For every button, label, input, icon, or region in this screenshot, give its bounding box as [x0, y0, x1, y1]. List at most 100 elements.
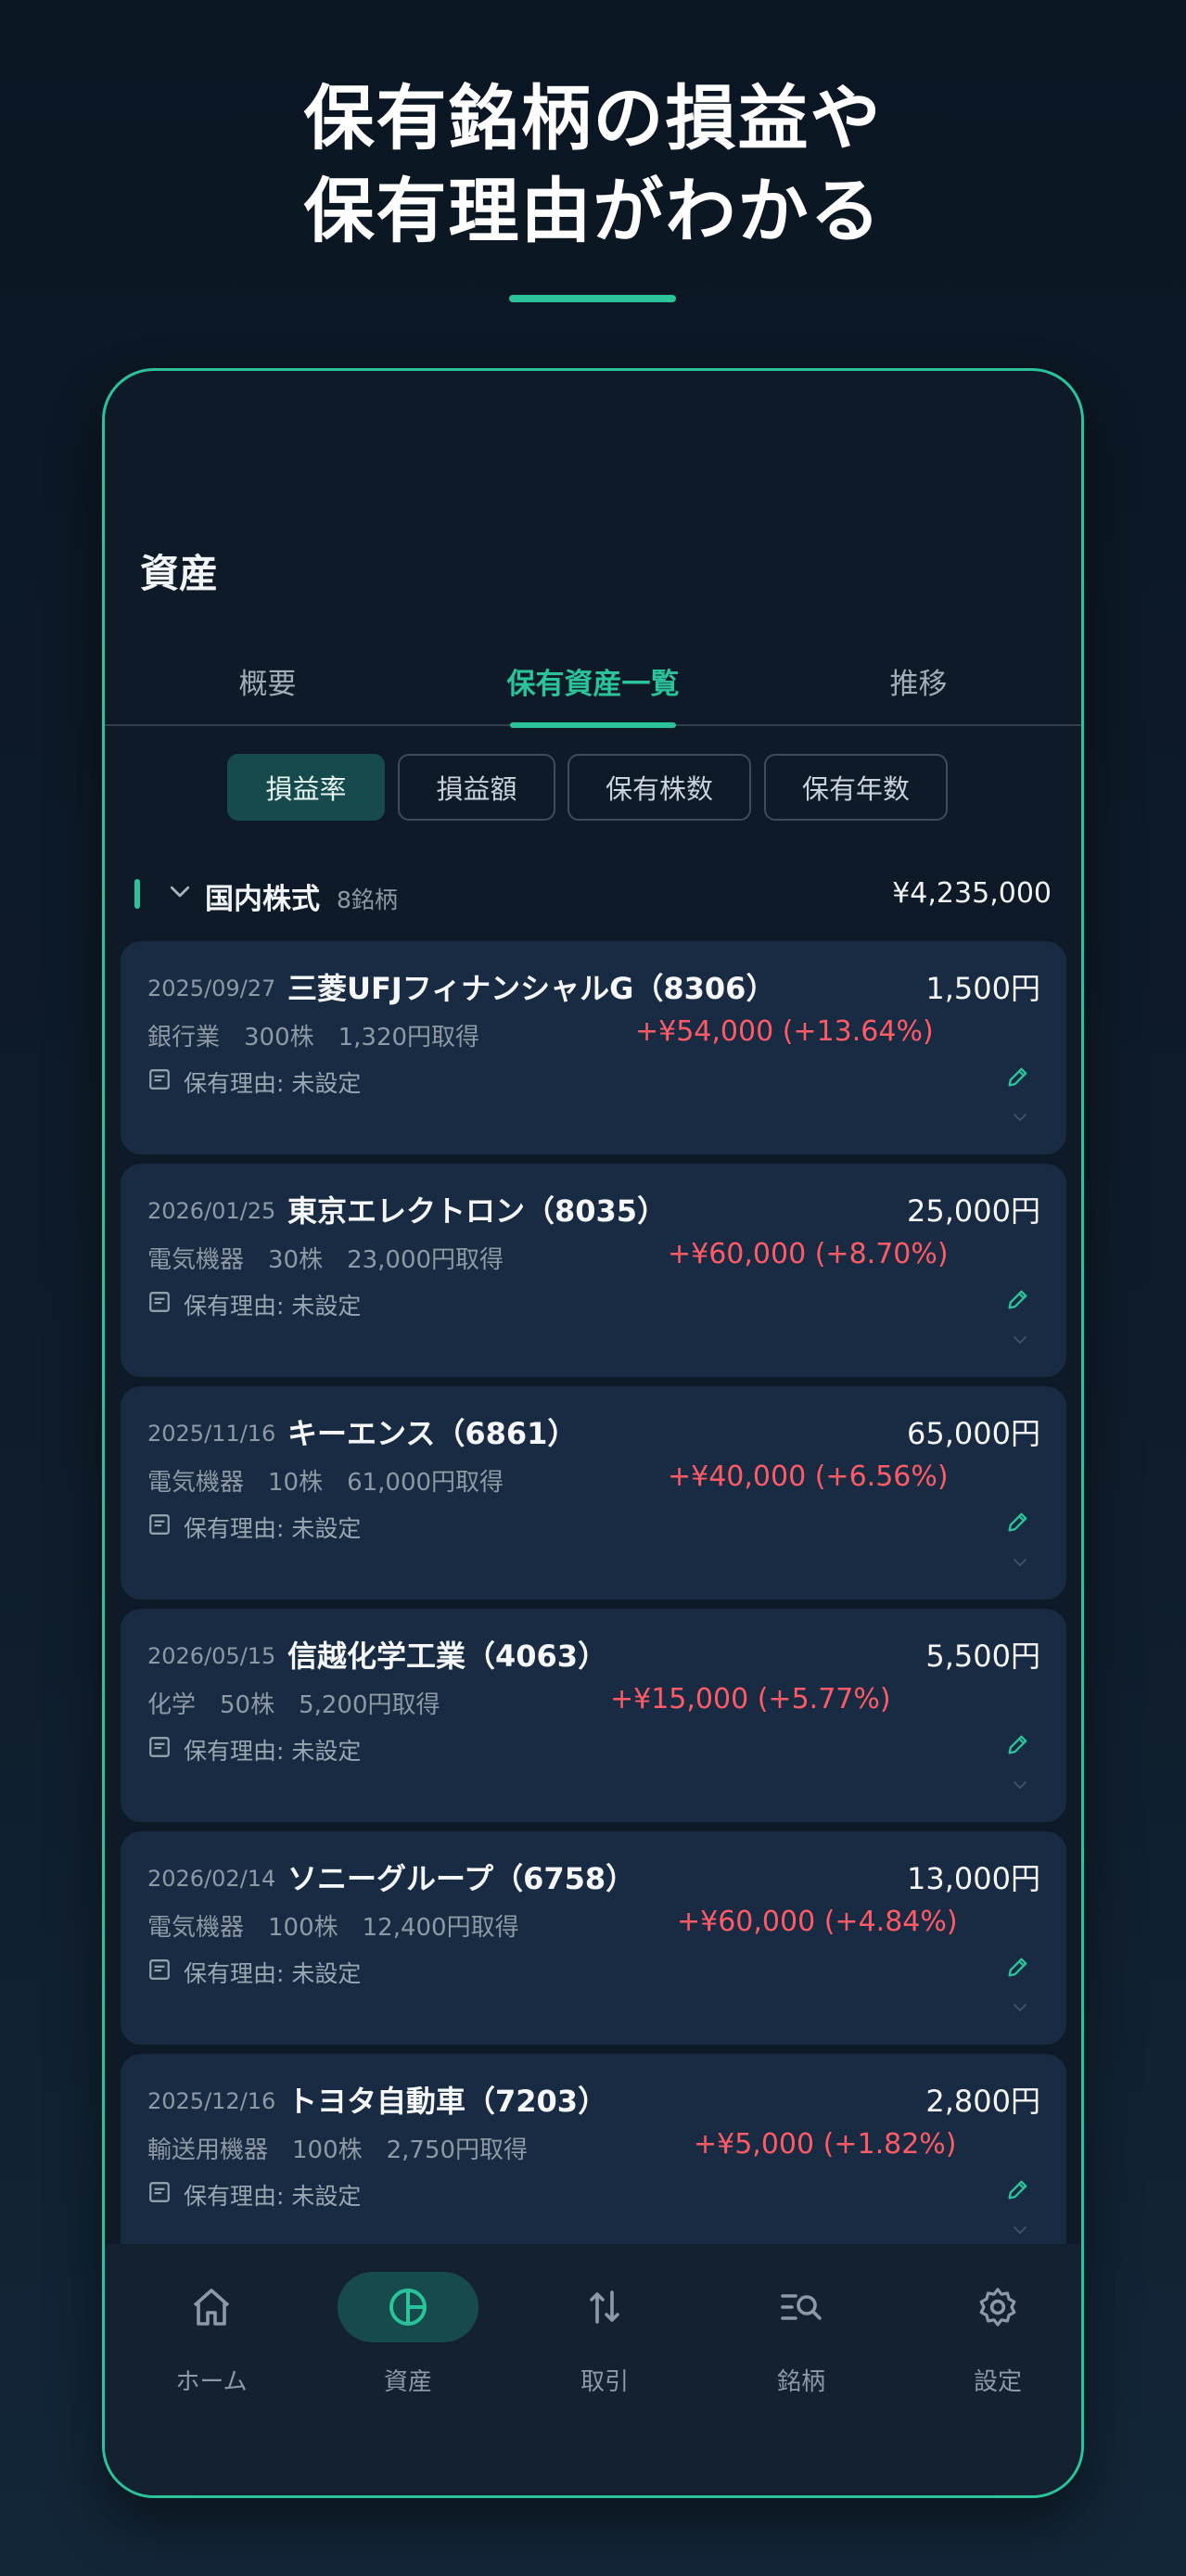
nav-label: 銘柄 [776, 2368, 825, 2396]
tab-history[interactable]: 推移 [756, 649, 1081, 726]
acquired-date: 2025/09/27 [147, 976, 276, 1001]
headline-line-1: 保有銘柄の損益や [303, 77, 883, 159]
section-count: 8銘柄 [337, 886, 398, 913]
holding-reason: 保有理由: 未設定 [184, 1070, 362, 1097]
pencil-icon[interactable] [1005, 1286, 1031, 1312]
memo-icon [149, 1959, 170, 1980]
holding-card[interactable]: 2026/05/15 信越化学工業（4063） 5,500円 化学 50株 5,… [121, 1609, 1066, 1822]
tab-holdings[interactable]: 保有資産一覧 [430, 649, 756, 728]
phone-frame: 資産 概要 保有資産一覧 推移 損益率 損益額 保有株数 保有年数 国内株式 8… [102, 368, 1084, 2498]
nav-home[interactable]: ホーム [119, 2272, 304, 2402]
gear-icon [979, 2288, 1016, 2327]
nav-label: 取引 [580, 2368, 629, 2396]
chevron-down-icon[interactable] [1009, 1106, 1031, 1129]
memo-icon [149, 1514, 170, 1535]
stock-name: 信越化学工業（4063） [287, 1639, 608, 1674]
chevron-down-icon[interactable] [1009, 2219, 1031, 2241]
holding-meta: 電気機器 100株 12,400円取得 [147, 1914, 519, 1942]
memo-icon [149, 1292, 170, 1312]
memo-icon [149, 1069, 170, 1090]
chip-pnl-amount[interactable]: 損益額 [398, 754, 555, 821]
nav-label: ホーム [175, 2368, 248, 2396]
chevron-down-icon[interactable] [1009, 1774, 1031, 1796]
holding-reason: 保有理由: 未設定 [184, 1738, 362, 1765]
current-price: 65,000円 [907, 1416, 1040, 1451]
current-price: 25,000円 [907, 1193, 1040, 1229]
profit-loss: +¥40,000 (+6.56%) [668, 1460, 949, 1493]
current-price: 2,800円 [925, 2084, 1040, 2119]
chevron-down-icon[interactable] [1009, 1551, 1031, 1574]
holding-meta: 輸送用機器 100株 2,750円取得 [147, 2136, 529, 2164]
holding-card[interactable]: 2026/02/14 ソニーグループ（6758） 13,000円 電気機器 10… [121, 1831, 1066, 2045]
nav-stocks[interactable]: 銘柄 [708, 2272, 894, 2402]
pencil-icon[interactable] [1005, 1509, 1031, 1535]
chip-share-count[interactable]: 保有株数 [567, 754, 751, 821]
stock-name: 三菱UFJフィナンシャルG（8306） [287, 971, 776, 1006]
nav-label: 設定 [973, 2368, 1022, 2396]
acquired-date: 2026/01/25 [147, 1198, 276, 1224]
profit-loss: +¥60,000 (+8.70%) [668, 1238, 949, 1270]
nav-trade[interactable]: 取引 [512, 2272, 697, 2402]
profit-loss: +¥5,000 (+1.82%) [694, 2128, 957, 2161]
page-title: 資産 [140, 551, 219, 596]
active-tab-indicator [510, 722, 676, 728]
nav-label: 資産 [383, 2368, 432, 2396]
chip-holding-years[interactable]: 保有年数 [764, 754, 948, 821]
stock-name: ソニーグループ（6758） [287, 1861, 636, 1896]
pencil-icon[interactable] [1005, 2176, 1031, 2202]
tab-label: 概要 [238, 668, 297, 701]
bottom-nav: ホーム 資産 取引 銘柄 設定 [105, 2244, 1081, 2495]
holding-card[interactable]: 2026/01/25 東京エレクトロン（8035） 25,000円 電気機器 3… [121, 1164, 1066, 1377]
holding-card[interactable]: 2025/12/16 トヨタ自動車（7203） 2,800円 輸送用機器 100… [121, 2054, 1066, 2244]
chevron-down-icon[interactable] [1009, 1329, 1031, 1351]
chevron-down-icon[interactable] [1009, 1996, 1031, 2019]
current-price: 1,500円 [925, 971, 1040, 1006]
pie-chart-icon [389, 2289, 427, 2326]
holding-card[interactable]: 2025/11/16 キーエンス（6861） 65,000円 電気機器 10株 … [121, 1386, 1066, 1600]
acquired-date: 2026/05/15 [147, 1643, 276, 1669]
nav-settings[interactable]: 設定 [905, 2272, 1081, 2402]
current-price: 5,500円 [925, 1639, 1040, 1674]
memo-icon [149, 2182, 170, 2202]
pencil-icon[interactable] [1005, 1731, 1031, 1757]
holding-card[interactable]: 2025/09/27 三菱UFJフィナンシャルG（8306） 1,500円 銀行… [121, 941, 1066, 1154]
home-icon [193, 2289, 230, 2326]
swap-vertical-icon [590, 2290, 619, 2324]
acquired-date: 2025/12/16 [147, 2088, 276, 2114]
chevron-down-icon[interactable] [166, 877, 194, 905]
nav-assets[interactable]: 資産 [315, 2272, 501, 2402]
profit-loss: +¥60,000 (+4.84%) [677, 1906, 958, 1938]
holding-reason: 保有理由: 未設定 [184, 1960, 362, 1987]
sort-chips: 損益率 損益額 保有株数 保有年数 [105, 754, 1081, 821]
chip-pnl-rate[interactable]: 損益率 [227, 754, 385, 821]
headline: 保有銘柄の損益や 保有理由がわかる [0, 72, 1186, 258]
tab-label: 推移 [889, 668, 948, 701]
holding-meta: 化学 50株 5,200円取得 [147, 1691, 440, 1719]
memo-icon [149, 1737, 170, 1757]
holding-reason: 保有理由: 未設定 [184, 1515, 362, 1542]
holding-reason: 保有理由: 未設定 [184, 1293, 362, 1320]
pencil-icon[interactable] [1005, 1954, 1031, 1980]
headline-line-2: 保有理由がわかる [303, 170, 883, 252]
holding-meta: 電気機器 30株 23,000円取得 [147, 1246, 504, 1274]
acquired-date: 2026/02/14 [147, 1866, 276, 1892]
pencil-icon[interactable] [1005, 1064, 1031, 1090]
current-price: 13,000円 [907, 1861, 1040, 1896]
tab-bar: 概要 保有資産一覧 推移 [105, 649, 1081, 728]
holding-reason: 保有理由: 未設定 [184, 2183, 362, 2210]
holding-meta: 電気機器 10株 61,000円取得 [147, 1469, 504, 1497]
section-accent-bar [134, 879, 140, 909]
headline-underline [509, 295, 676, 302]
section-header-domestic-stocks[interactable]: 国内株式 8銘柄 ¥4,235,000 [105, 872, 1081, 918]
tab-overview[interactable]: 概要 [105, 649, 430, 726]
stock-name: 東京エレクトロン（8035） [287, 1193, 668, 1229]
holding-meta: 銀行業 300株 1,320円取得 [147, 1024, 480, 1052]
tab-label: 保有資産一覧 [506, 668, 680, 701]
stock-name: トヨタ自動車（7203） [287, 2084, 608, 2119]
profit-loss: +¥15,000 (+5.77%) [610, 1683, 891, 1715]
holdings-list: 2025/09/27 三菱UFJフィナンシャルG（8306） 1,500円 銀行… [121, 941, 1066, 2244]
profit-loss: +¥54,000 (+13.64%) [635, 1015, 934, 1048]
section-total: ¥4,235,000 [892, 877, 1052, 910]
stock-name: キーエンス（6861） [287, 1416, 578, 1451]
acquired-date: 2025/11/16 [147, 1421, 276, 1447]
